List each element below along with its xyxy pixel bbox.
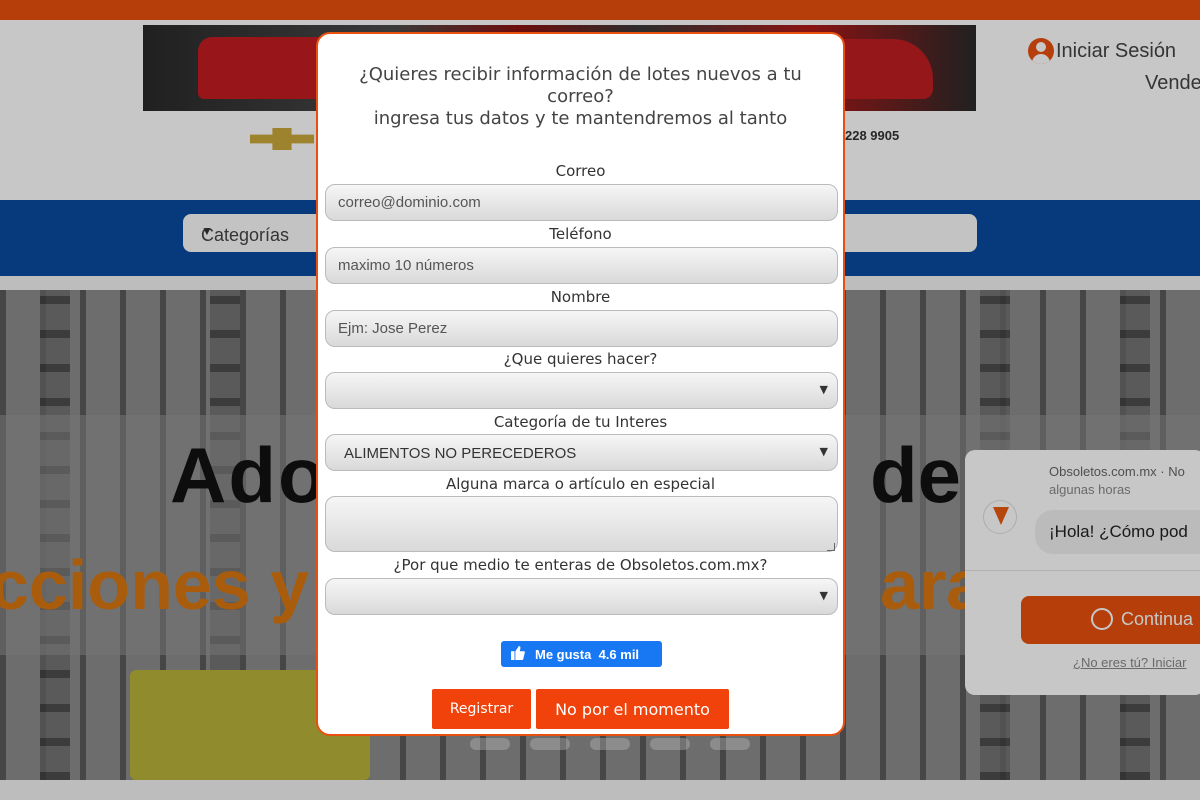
modal-title: ¿Quieres recibir información de lotes nu… [318,64,843,130]
resize-grip-icon[interactable] [827,543,835,551]
phone-label: Teléfono [549,225,612,243]
like-label: Me gusta [535,647,592,662]
action-label: ¿Que quieres hacer? [503,350,658,368]
chevron-down-icon: ▼ [819,589,828,602]
brand-label: Alguna marca o artículo en especial [445,475,716,493]
modal-title-line: ¿Quieres recibir información de lotes nu… [359,64,802,85]
brand-textarea[interactable] [325,496,838,552]
name-field[interactable] [325,310,838,347]
email-field[interactable] [325,184,838,221]
category-select-value: ALIMENTOS NO PERECEDEROS [344,445,577,462]
subscribe-modal: ¿Quieres recibir información de lotes nu… [316,32,845,736]
thumbs-up-icon [511,646,525,660]
phone-field[interactable] [325,247,838,284]
email-label: Correo [555,162,606,180]
source-label: ¿Por que medio te enteras de Obsoletos.c… [393,556,768,574]
chevron-down-icon: ▼ [819,445,828,458]
action-select[interactable]: ▼ [325,372,838,409]
modal-title-line: correo? [547,86,614,107]
name-label: Nombre [550,288,611,306]
facebook-like-button[interactable]: Me gusta 4.6 mil [501,641,662,667]
chevron-down-icon: ▼ [819,383,828,396]
category-label: Categoría de tu Interes [493,413,668,431]
dismiss-button[interactable]: No por el momento [536,689,729,729]
like-count: 4.6 mil [598,647,640,662]
brand-textarea-wrap [318,496,843,554]
like-text: Me gusta 4.6 mil [535,647,639,662]
modal-title-line: ingresa tus datos y te mantendremos al t… [373,108,788,129]
register-button[interactable]: Registrar [432,689,531,729]
category-select[interactable]: ALIMENTOS NO PERECEDEROS ▼ [325,434,838,471]
source-select[interactable]: ▼ [325,578,838,615]
